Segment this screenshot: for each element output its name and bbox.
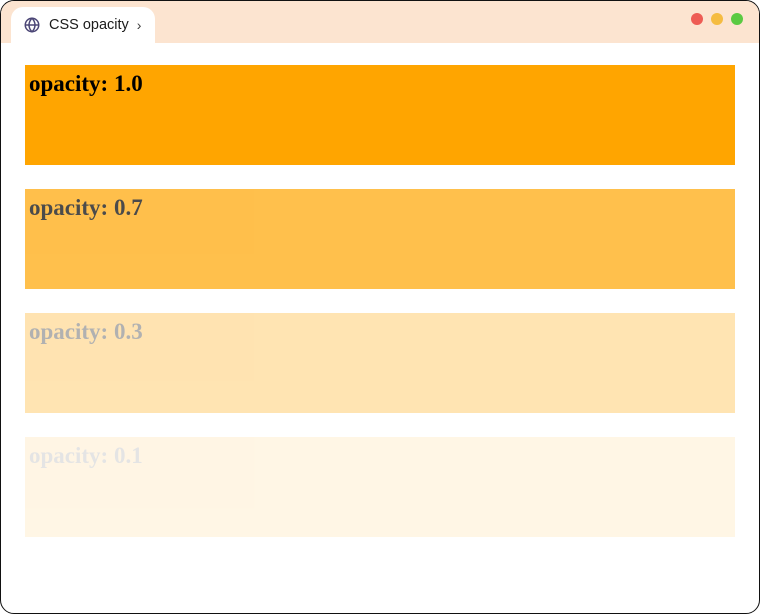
chevron-right-icon: › — [137, 17, 142, 33]
maximize-window-button[interactable] — [731, 13, 743, 25]
opacity-box-4: opacity: 0.1 — [25, 437, 735, 537]
titlebar: CSS opacity › — [1, 1, 759, 43]
tab-title: CSS opacity — [49, 17, 129, 33]
browser-tab[interactable]: CSS opacity › — [11, 7, 155, 43]
opacity-box-1: opacity: 1.0 — [25, 65, 735, 165]
opacity-label: opacity: 1.0 — [29, 71, 731, 97]
browser-window: CSS opacity › opacity: 1.0 opacity: 0.7 … — [0, 0, 760, 614]
opacity-label: opacity: 0.7 — [29, 195, 731, 221]
page-content: opacity: 1.0 opacity: 0.7 opacity: 0.3 o… — [1, 43, 759, 559]
minimize-window-button[interactable] — [711, 13, 723, 25]
opacity-label: opacity: 0.3 — [29, 319, 731, 345]
opacity-label: opacity: 0.1 — [29, 443, 731, 469]
opacity-box-3: opacity: 0.3 — [25, 313, 735, 413]
close-window-button[interactable] — [691, 13, 703, 25]
window-controls — [691, 13, 743, 25]
opacity-box-2: opacity: 0.7 — [25, 189, 735, 289]
globe-icon — [23, 16, 41, 34]
